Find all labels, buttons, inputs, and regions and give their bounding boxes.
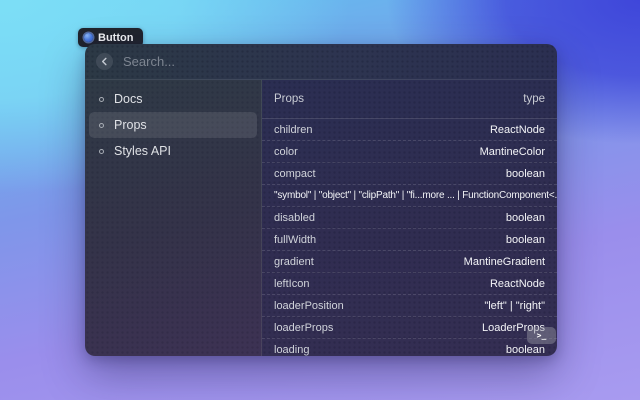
table-row: loaderProps LoaderProps	[262, 317, 557, 339]
header-props-label: Props	[274, 93, 304, 105]
props-table-header: Props type	[262, 80, 557, 119]
prop-name: fullWidth	[274, 234, 316, 246]
prop-type: boolean	[506, 234, 545, 246]
modal-body: Docs Props Styles API Props type childre…	[85, 80, 557, 356]
prop-name: gradient	[274, 256, 314, 268]
table-row: children ReactNode	[262, 119, 557, 141]
prop-type: boolean	[506, 212, 545, 224]
table-row-type-signature: "symbol" | "object" | "clipPath" | "fi..…	[262, 185, 557, 207]
prop-type: boolean	[506, 168, 545, 180]
table-row: leftIcon ReactNode	[262, 273, 557, 295]
table-row: compact boolean	[262, 163, 557, 185]
table-row: fullWidth boolean	[262, 229, 557, 251]
search-input[interactable]	[123, 54, 546, 69]
prop-type: "left" | "right"	[484, 300, 545, 312]
sidebar-item-docs[interactable]: Docs	[89, 86, 257, 112]
prop-type: MantineColor	[480, 146, 545, 158]
circle-icon	[99, 149, 104, 154]
prop-name: loaderProps	[274, 322, 333, 334]
prop-name: disabled	[274, 212, 315, 224]
sidebar-item-label: Props	[114, 118, 147, 132]
circle-icon	[99, 123, 104, 128]
table-row: gradient MantineGradient	[262, 251, 557, 273]
props-panel: Props type children ReactNode color Mant…	[262, 80, 557, 356]
prop-name: color	[274, 146, 298, 158]
prop-type: ReactNode	[490, 278, 545, 290]
prop-name: loaderPosition	[274, 300, 344, 312]
prop-type: "symbol" | "object" | "clipPath" | "fi..…	[274, 190, 557, 201]
prop-type: ReactNode	[490, 124, 545, 136]
prop-type: MantineGradient	[464, 256, 545, 268]
spotlight-modal: Docs Props Styles API Props type childre…	[85, 44, 557, 356]
circle-icon	[99, 97, 104, 102]
table-row: color MantineColor	[262, 141, 557, 163]
button-trigger-label: Button	[98, 32, 133, 44]
blue-dot-icon	[84, 33, 93, 42]
search-bar	[85, 44, 557, 80]
sidebar-item-props[interactable]: Props	[89, 112, 257, 138]
back-button[interactable]	[96, 53, 113, 70]
sidebar-item-label: Docs	[114, 92, 142, 106]
table-row: loaderPosition "left" | "right"	[262, 295, 557, 317]
header-type-label: type	[523, 93, 545, 105]
prop-name: loading	[274, 344, 309, 356]
sidebar-item-label: Styles API	[114, 144, 171, 158]
prop-name: children	[274, 124, 313, 136]
chevron-left-icon	[100, 57, 109, 66]
prop-type: boolean	[506, 344, 545, 356]
prop-name: compact	[274, 168, 316, 180]
sidebar-item-styles-api[interactable]: Styles API	[89, 138, 257, 164]
prop-name: leftIcon	[274, 278, 309, 290]
sidebar: Docs Props Styles API	[85, 80, 262, 356]
table-row: disabled boolean	[262, 207, 557, 229]
table-row: loading boolean	[262, 339, 557, 356]
terminal-prompt-button[interactable]: >_	[527, 327, 556, 344]
